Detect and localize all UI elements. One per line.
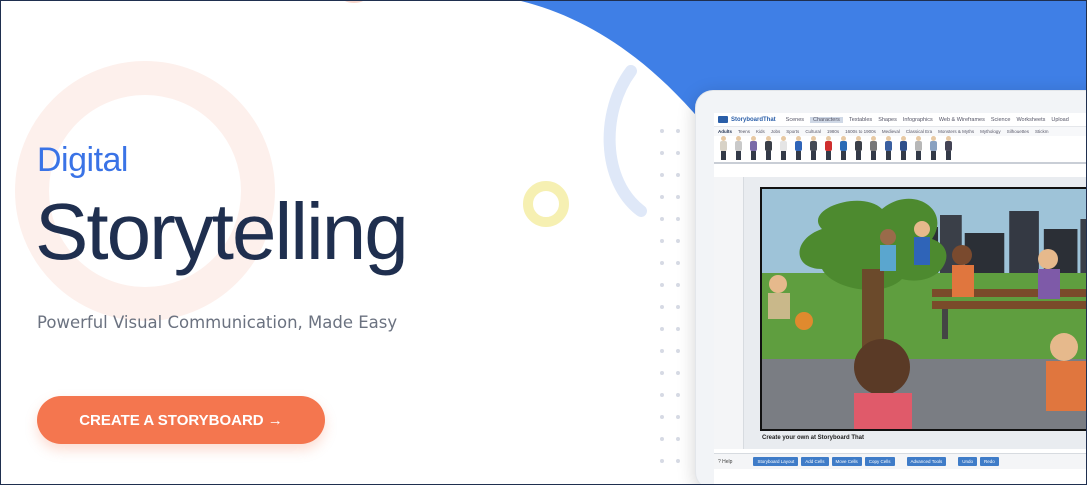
create-storyboard-button[interactable]: CREATE A STORYBOARD →	[37, 396, 325, 444]
character-thumbnail[interactable]	[945, 136, 952, 160]
category-monsters-myths[interactable]: Monsters & Myths	[938, 129, 974, 134]
category-1980s[interactable]: 1980s	[827, 129, 839, 134]
help-button[interactable]: ? Help	[718, 459, 732, 465]
page-frame: Digital Storytelling Powerful Visual Com…	[0, 0, 1087, 485]
category-jobs[interactable]: Jobs	[771, 129, 781, 134]
category-1600s-to-1900s[interactable]: 1600s to 1900s	[845, 129, 876, 134]
app-top-bar: StoryboardThat Scenes Characters Textables…	[714, 113, 1086, 127]
tab-worksheets[interactable]: Worksheets	[1016, 117, 1045, 123]
app-preview-device: StoryboardThat Scenes Characters Textables…	[695, 90, 1086, 484]
tab-infographics[interactable]: Infographics	[903, 117, 933, 123]
scene-characters	[762, 198, 1086, 429]
category-stickm[interactable]: Stickm	[1035, 129, 1049, 134]
category-classical-era[interactable]: Classical Era	[906, 129, 932, 134]
storyboard-layout-button[interactable]: Storyboard Layout	[753, 457, 799, 466]
copy-cells-button[interactable]: Copy Cells	[864, 457, 895, 466]
tab-textables[interactable]: Textables	[849, 117, 872, 123]
tab-web-wireframes[interactable]: Web & Wireframes	[939, 117, 985, 123]
category-sports[interactable]: Sports	[786, 129, 799, 134]
category-kids[interactable]: Kids	[756, 129, 765, 134]
redo-button[interactable]: Redo	[980, 457, 999, 466]
move-cells-button[interactable]: Move Cells	[831, 457, 862, 466]
category-teens[interactable]: Teens	[738, 129, 750, 134]
character-thumbnail[interactable]	[870, 136, 877, 160]
app-preview-screen: StoryboardThat Scenes Characters Textables…	[714, 113, 1086, 484]
app-logo-text: StoryboardThat	[731, 116, 776, 123]
app-logo: StoryboardThat	[718, 116, 776, 123]
character-categories: Adults Teens Kids Jobs Sports Cultural 1980s 16…	[714, 127, 1086, 136]
tab-shapes[interactable]: Shapes	[878, 117, 897, 123]
advanced-tools-button[interactable]: Advanced Tools	[906, 457, 947, 466]
app-tabs: Scenes Characters Textables Shapes Infograph…	[786, 116, 1069, 123]
character-thumbnail[interactable]	[825, 136, 832, 160]
character-thumbnail[interactable]	[855, 136, 862, 160]
logo-icon	[718, 116, 728, 123]
category-medieval[interactable]: Medieval	[882, 129, 900, 134]
tab-characters[interactable]: Characters	[810, 116, 843, 123]
character-strip	[714, 136, 1086, 164]
storyboard-scene[interactable]	[760, 187, 1086, 431]
canvas-side-panel	[714, 177, 744, 449]
app-bottom-toolbar: ? Help Storyboard Layout Add Cells Move Ce…	[714, 453, 1086, 469]
decorative-yellow-ring	[523, 181, 569, 227]
character-thumbnail[interactable]	[900, 136, 907, 160]
storyboard-canvas-area: Create your own at Storyboard That	[714, 177, 1086, 449]
character-thumbnail[interactable]	[780, 136, 787, 160]
undo-button[interactable]: Undo	[958, 457, 977, 466]
hero-subtitle: Powerful Visual Communication, Made Easy	[37, 313, 398, 332]
hero-eyebrow: Digital	[37, 141, 128, 179]
hero-title: Storytelling	[35, 187, 409, 276]
character-thumbnail[interactable]	[915, 136, 922, 160]
character-thumbnail[interactable]	[750, 136, 757, 160]
character-thumbnail[interactable]	[840, 136, 847, 160]
scene-caption: Create your own at Storyboard That	[762, 435, 865, 441]
category-mythology[interactable]: Mythology	[980, 129, 1001, 134]
character-thumbnail[interactable]	[885, 136, 892, 160]
character-thumbnail[interactable]	[795, 136, 802, 160]
character-thumbnail[interactable]	[810, 136, 817, 160]
tab-scenes[interactable]: Scenes	[786, 117, 804, 123]
decorative-blob	[341, 1, 367, 3]
character-thumbnail[interactable]	[930, 136, 937, 160]
category-adults[interactable]: Adults	[718, 129, 732, 134]
add-cells-button[interactable]: Add Cells	[801, 457, 829, 466]
category-cultural[interactable]: Cultural	[805, 129, 821, 134]
character-thumbnail[interactable]	[735, 136, 742, 160]
tab-science[interactable]: Science	[991, 117, 1011, 123]
tab-upload[interactable]: Upload	[1051, 117, 1068, 123]
character-thumbnail[interactable]	[720, 136, 727, 160]
decorative-dots	[656, 121, 696, 481]
category-silhouettes[interactable]: Silhouettes	[1007, 129, 1029, 134]
character-thumbnail[interactable]	[765, 136, 772, 160]
